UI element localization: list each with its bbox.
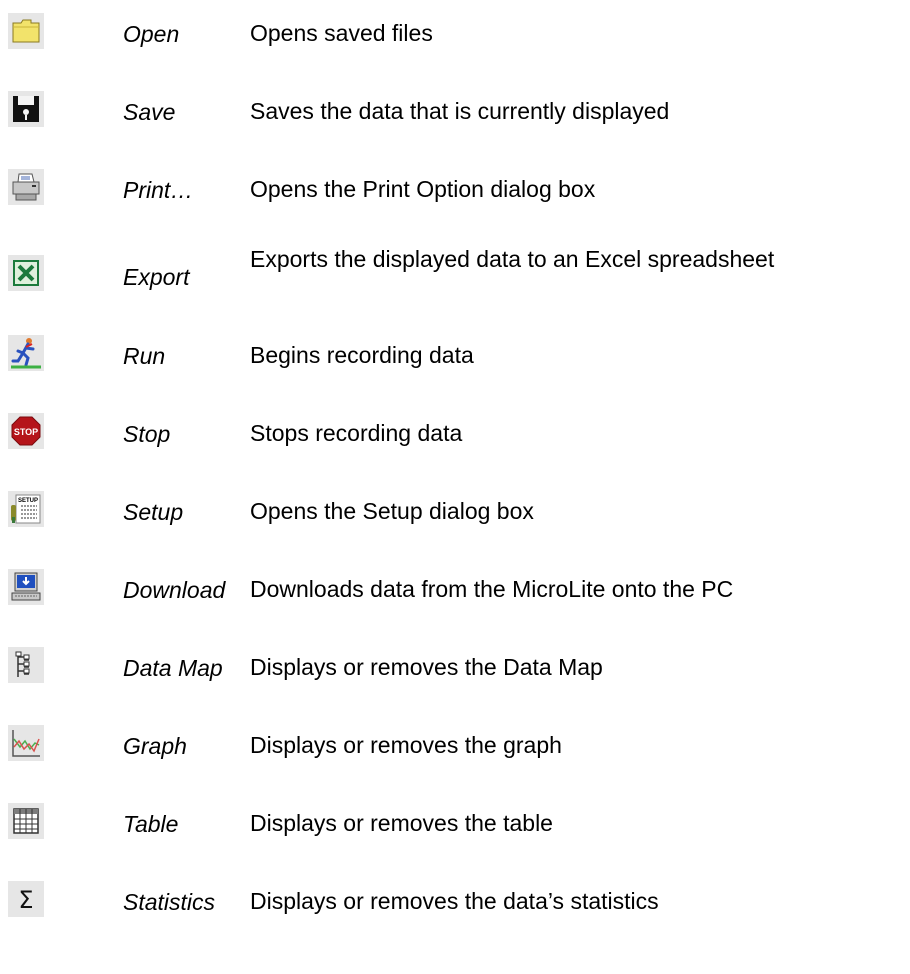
button-description: Opens saved files bbox=[250, 20, 433, 46]
button-description: Stops recording data bbox=[250, 420, 463, 446]
setup-icon[interactable]: SETUP bbox=[8, 491, 44, 527]
button-description: Begins recording data bbox=[250, 342, 474, 368]
button-name: Statistics bbox=[123, 889, 216, 915]
sigma-icon[interactable]: Σ bbox=[8, 881, 44, 917]
button-description: Exports the displayed data to an Excel s… bbox=[250, 246, 775, 272]
graph-icon[interactable] bbox=[8, 725, 44, 761]
button-name: Graph bbox=[123, 733, 187, 759]
computer-download-icon[interactable] bbox=[8, 569, 44, 605]
button-description: Opens the Setup dialog box bbox=[250, 498, 534, 524]
stop-sign-text: STOP bbox=[14, 427, 38, 437]
setup-icon-text: SETUP bbox=[18, 498, 38, 504]
button-description: Downloads data from the MicroLite onto t… bbox=[250, 576, 734, 602]
button-name: Download bbox=[123, 577, 226, 603]
button-description: Saves the data that is currently display… bbox=[250, 98, 670, 124]
button-description: Displays or removes the table bbox=[250, 810, 553, 836]
table-grid-icon[interactable] bbox=[8, 803, 44, 839]
button-description: Displays or removes the graph bbox=[250, 732, 562, 758]
printer-icon[interactable] bbox=[8, 169, 44, 205]
tree-map-icon[interactable] bbox=[8, 647, 44, 683]
button-description: Displays or removes the Data Map bbox=[250, 654, 603, 680]
excel-icon[interactable] bbox=[8, 255, 44, 291]
stop-sign-icon[interactable]: STOP bbox=[8, 413, 44, 449]
button-name: Table bbox=[123, 811, 179, 837]
button-name: Setup bbox=[123, 499, 184, 525]
button-name: Print… bbox=[123, 177, 194, 203]
running-man-icon[interactable] bbox=[8, 335, 44, 371]
floppy-disk-icon[interactable] bbox=[8, 91, 44, 127]
button-name: Run bbox=[123, 343, 166, 369]
button-name: Open bbox=[123, 21, 180, 47]
button-name: Stop bbox=[123, 421, 171, 447]
button-name: Data Map bbox=[123, 655, 223, 681]
button-name: Save bbox=[123, 99, 176, 125]
button-description: Displays or removes the data’s statistic… bbox=[250, 888, 659, 914]
button-name: Export bbox=[123, 264, 190, 290]
folder-icon[interactable] bbox=[8, 13, 44, 49]
button-description: Opens the Print Option dialog box bbox=[250, 176, 596, 202]
sigma-glyph: Σ bbox=[18, 886, 33, 914]
